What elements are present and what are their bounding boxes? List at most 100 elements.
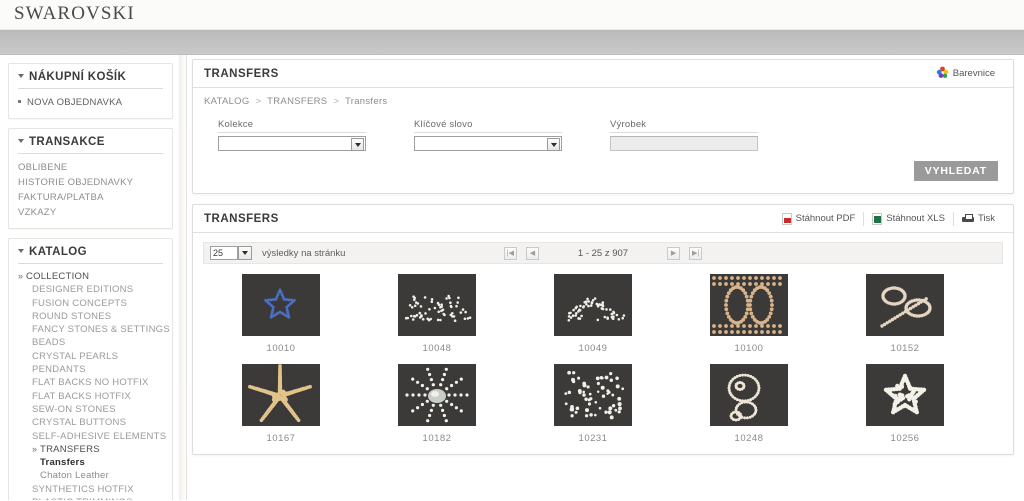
catalog-tree-item[interactable]: BEADS xyxy=(18,336,163,349)
kolekce-select[interactable] xyxy=(218,136,366,151)
breadcrumb-separator: > xyxy=(333,96,340,107)
catalog-tree-item[interactable]: CRYSTAL BUTTONS xyxy=(18,416,163,429)
breadcrumb-item-katalog[interactable]: KATALOG xyxy=(204,96,250,107)
download-xls-button[interactable]: Stáhnout XLS xyxy=(864,212,953,225)
catalog-tree-item-label: DESIGNER EDITIONS xyxy=(32,284,134,296)
product-thumbnail[interactable] xyxy=(398,364,476,426)
product-thumbnail[interactable] xyxy=(398,274,476,336)
pagination-bar: 25 výsledky na stránku |◀ ◀ 1 - 25 z 907… xyxy=(203,242,1003,264)
product-cell[interactable]: 10182 xyxy=(359,364,515,444)
print-button[interactable]: Tisk xyxy=(954,213,1003,224)
product-code-label: 10152 xyxy=(890,343,920,354)
chevron-down-icon[interactable] xyxy=(238,246,252,260)
sidebar-block-cart-header[interactable]: NÁKUPNÍ KOŠÍK xyxy=(18,71,163,89)
prev-page-button[interactable]: ◀ xyxy=(525,246,539,260)
catalog-tree-item[interactable]: DESIGNER EDITIONS xyxy=(18,283,163,296)
field-vyrobek: Výrobek xyxy=(610,119,820,151)
field-kolekce-label: Kolekce xyxy=(218,119,366,133)
catalog-tree-item[interactable]: PLASTIC TRIMMINGS xyxy=(18,496,163,500)
sidebar-block-transakce-header[interactable]: TRANSAKCE xyxy=(18,136,163,154)
per-page-label: výsledky na stránku xyxy=(262,247,346,259)
first-page-button[interactable]: |◀ xyxy=(503,246,517,260)
klicove-slovo-select[interactable] xyxy=(414,136,562,151)
product-cell[interactable]: 10048 xyxy=(359,274,515,354)
sidebar-block-katalog: KATALOG » COLLECTION DESIGNER EDITIONS FUSI… xyxy=(8,238,173,500)
catalog-tree-item[interactable]: » COLLECTION xyxy=(18,270,163,283)
sidebar-divider xyxy=(179,55,187,500)
catalog-tree-item-label: SEW-ON STONES xyxy=(32,403,116,415)
catalog-tree-item[interactable]: FLAT BACKS HOTFIX xyxy=(18,390,163,403)
per-page-select[interactable]: 25 xyxy=(210,246,252,260)
product-thumbnail[interactable] xyxy=(866,364,944,426)
last-page-button[interactable]: ▶| xyxy=(689,246,703,260)
product-code-label: 10182 xyxy=(422,433,452,444)
vyhledat-button[interactable]: VYHLEDAT xyxy=(913,161,998,181)
product-thumbnail[interactable] xyxy=(710,364,788,426)
product-thumbnail[interactable] xyxy=(710,274,788,336)
catalog-tree-item-label: PLASTIC TRIMMINGS xyxy=(32,497,133,500)
per-page-value: 25 xyxy=(213,248,224,258)
catalog-tree-item[interactable]: Chaton Leather xyxy=(18,469,163,482)
catalog-tree-item[interactable]: FUSION CONCEPTS xyxy=(18,297,163,310)
product-cell[interactable]: 10248 xyxy=(671,364,827,444)
catalog-tree-item[interactable]: Transfers xyxy=(18,456,163,469)
barevnice-button[interactable]: Barevnice xyxy=(928,66,1003,82)
catalog-tree-item[interactable]: SELF-ADHESIVE ELEMENTS xyxy=(18,430,166,443)
catalog-tree-item[interactable]: SYNTHETICS HOTFIX xyxy=(18,483,163,496)
field-vyrobek-label: Výrobek xyxy=(610,119,758,133)
chevron-down-icon[interactable] xyxy=(351,138,364,151)
catalog-tree-item-label: Transfers xyxy=(40,457,86,469)
chevron-down-icon xyxy=(18,139,24,143)
results-grid: 10010 10048 10049 10100 10152 10167 10182 10231… xyxy=(193,264,1013,454)
barevnice-label: Barevnice xyxy=(952,68,995,79)
sidebar-item-faktura-platba[interactable]: FAKTURA/PLATBA xyxy=(18,190,163,205)
download-pdf-label: Stáhnout PDF xyxy=(795,213,856,224)
grey-separator-band xyxy=(0,30,1024,55)
product-cell[interactable]: 10049 xyxy=(515,274,671,354)
chevron-down-icon[interactable] xyxy=(547,138,560,151)
vyrobek-input[interactable] xyxy=(610,136,758,151)
catalog-tree-item[interactable]: PENDANTS xyxy=(18,363,163,376)
pdf-icon xyxy=(781,212,792,225)
catalog-tree-item-label: PENDANTS xyxy=(32,364,86,376)
catalog-tree-item[interactable]: SEW-ON STONES xyxy=(18,403,163,416)
product-cell[interactable]: 10231 xyxy=(515,364,671,444)
product-cell[interactable]: 10100 xyxy=(671,274,827,354)
download-pdf-button[interactable]: Stáhnout PDF xyxy=(774,212,864,225)
catalog-tree-item-label: COLLECTION xyxy=(26,271,90,282)
sidebar-item-oblibene[interactable]: OBLIBENE xyxy=(18,160,163,175)
next-page-button[interactable]: ▶ xyxy=(667,246,681,260)
catalog-tree-item[interactable]: FLAT BACKS NO HOTFIX xyxy=(18,376,163,389)
catalog-tree-item[interactable]: ROUND STONES xyxy=(18,310,163,323)
catalog-tree-item[interactable]: CRYSTAL PEARLS xyxy=(18,350,163,363)
product-cell[interactable]: 10256 xyxy=(827,364,983,444)
results-panel-header: TRANSFERS Stáhnout PDF Stáhnout XLS Tisk xyxy=(193,205,1013,233)
product-cell[interactable]: 10167 xyxy=(203,364,359,444)
sidebar-block-katalog-header[interactable]: KATALOG xyxy=(18,246,163,264)
sidebar-item-vzkazy[interactable]: VZKAZY xyxy=(18,205,163,220)
sidebar-block-cart: NÁKUPNÍ KOŠÍK NOVA OBJEDNAVKA xyxy=(8,63,173,119)
product-cell[interactable]: 10010 xyxy=(203,274,359,354)
product-thumbnail[interactable] xyxy=(554,274,632,336)
sidebar-item-historie-objednavky[interactable]: HISTORIE OBJEDNAVKY xyxy=(18,175,163,190)
results-toolbar: Stáhnout PDF Stáhnout XLS Tisk xyxy=(774,211,1003,226)
product-thumbnail[interactable] xyxy=(554,364,632,426)
product-code-label: 10248 xyxy=(734,433,764,444)
catalog-tree-item[interactable]: » TRANSFERS xyxy=(18,443,163,456)
main-content: TRANSFERS Barevnice KATALOG > TRANSFERS … xyxy=(188,55,1024,500)
sidebar: NÁKUPNÍ KOŠÍK NOVA OBJEDNAVKA TRANSAKCE … xyxy=(0,55,179,500)
field-kolekce: Kolekce xyxy=(218,119,414,151)
product-code-label: 10048 xyxy=(422,343,452,354)
product-cell[interactable]: 10152 xyxy=(827,274,983,354)
product-thumbnail[interactable] xyxy=(242,364,320,426)
product-thumbnail[interactable] xyxy=(242,274,320,336)
xls-icon xyxy=(872,212,883,225)
product-thumbnail[interactable] xyxy=(866,274,944,336)
download-xls-label: Stáhnout XLS xyxy=(886,213,945,224)
breadcrumb-item-transfers[interactable]: TRANSFERS xyxy=(267,96,327,107)
search-panel-title: TRANSFERS xyxy=(204,67,279,80)
sidebar-item-nova-objednavka[interactable]: NOVA OBJEDNAVKA xyxy=(18,95,163,110)
swarovski-logo: SWAROVSKI xyxy=(14,3,135,24)
catalog-tree-item-label: Chaton Leather xyxy=(40,470,109,482)
catalog-tree-item[interactable]: FANCY STONES & SETTINGS xyxy=(18,323,170,336)
